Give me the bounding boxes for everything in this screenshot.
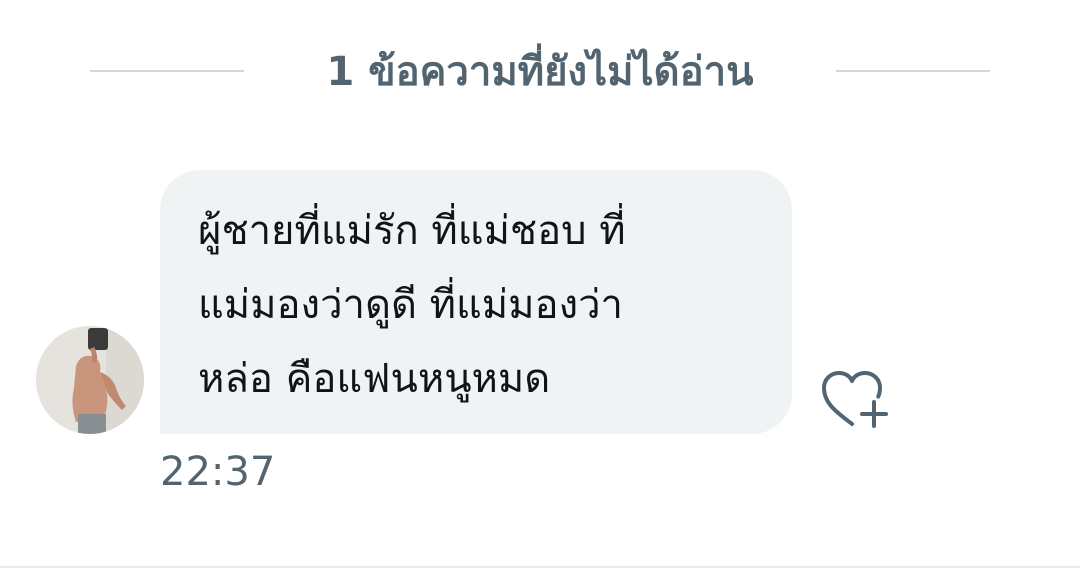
bottom-divider [0, 566, 1080, 568]
message-text: ผู้ชายที่แม่รัก ที่แม่ชอบ ที่ แม่มองว่าด… [198, 208, 626, 402]
unread-divider-label: 1 ข้อความที่ยังไม่ได้อ่าน [326, 49, 754, 95]
divider-line-right [836, 70, 990, 72]
message-bubble[interactable]: ผู้ชายที่แม่รัก ที่แม่ชอบ ที่ แม่มองว่าด… [160, 170, 792, 434]
divider-line-left [90, 70, 244, 72]
avatar-photo [36, 326, 144, 434]
unread-divider: 1 ข้อความที่ยังไม่ได้อ่าน [0, 40, 1080, 104]
heart-plus-icon [822, 371, 888, 428]
avatar[interactable] [36, 326, 144, 434]
message-timestamp: 22:37 [160, 449, 276, 495]
add-reaction-button[interactable] [816, 366, 892, 432]
